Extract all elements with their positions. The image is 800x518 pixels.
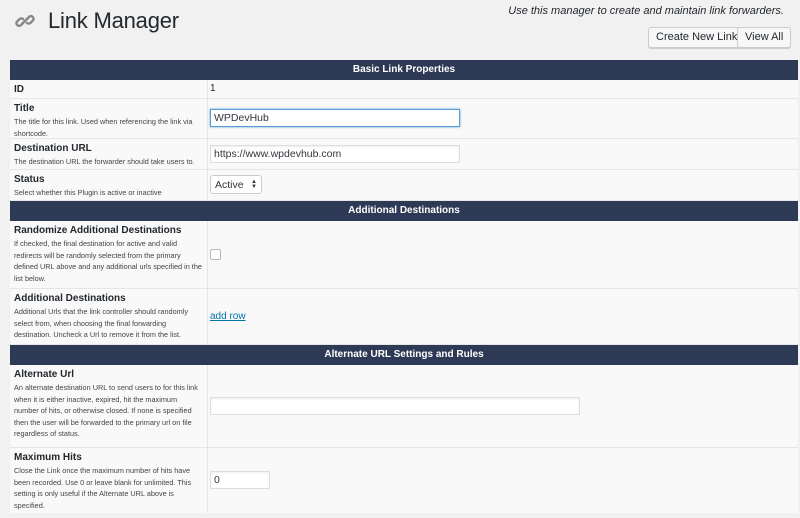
chain-link-icon	[15, 14, 35, 28]
row-status: Status Select whether this Plugin is act…	[10, 170, 798, 201]
field-description: If checked, the final destination for ac…	[14, 239, 202, 283]
row-id: ID 1	[10, 80, 798, 99]
link-properties-table: Basic Link Properties ID 1 Title The tit…	[10, 60, 798, 513]
row-title: Title The title for this link. Used when…	[10, 99, 798, 139]
label-cell: Status Select whether this Plugin is act…	[10, 170, 208, 200]
page-header: Link Manager Use this manager to create …	[0, 0, 800, 60]
field-label: Title	[14, 103, 35, 114]
destination-url-input[interactable]	[210, 144, 460, 163]
field-description: Close the Link once the maximum number o…	[14, 466, 192, 510]
field-label: Alternate Url	[14, 369, 75, 380]
maximum-hits-input[interactable]	[210, 471, 270, 489]
label-cell: Title The title for this link. Used when…	[10, 99, 208, 138]
status-select[interactable]: Active ▲ ▼	[210, 175, 262, 194]
field-label: Destination URL	[14, 143, 92, 154]
field-description: Additional Urls that the link controller…	[14, 307, 188, 339]
field-label: Status	[14, 174, 45, 185]
value-cell	[208, 221, 798, 288]
label-cell: ID	[10, 80, 208, 98]
id-value: 1	[210, 83, 216, 94]
field-description: Select whether this Plugin is active or …	[14, 188, 162, 197]
row-randomize: Randomize Additional Destinations If che…	[10, 221, 798, 289]
page-subtitle: Use this manager to create and maintain …	[508, 5, 784, 17]
field-description: An alternate destination URL to send use…	[14, 383, 198, 438]
value-cell	[208, 365, 798, 447]
view-all-button[interactable]: View All	[737, 27, 792, 48]
field-label: Randomize Additional Destinations	[14, 225, 182, 236]
label-cell: Alternate Url An alternate destination U…	[10, 365, 208, 447]
field-label: Additional Destinations	[14, 293, 126, 304]
row-alternate-url: Alternate Url An alternate destination U…	[10, 365, 798, 448]
label-cell: Maximum Hits Close the Link once the max…	[10, 448, 208, 513]
value-cell	[208, 139, 798, 169]
label-cell: Destination URL The destination URL the …	[10, 139, 208, 169]
select-arrows-icon: ▲ ▼	[251, 178, 257, 190]
section-header-basic: Basic Link Properties	[10, 60, 798, 80]
row-additional-destinations: Additional Destinations Additional Urls …	[10, 289, 798, 345]
value-cell: 1	[208, 80, 798, 98]
page-title: Link Manager	[48, 8, 179, 33]
section-header-alternate: Alternate URL Settings and Rules	[10, 345, 798, 365]
field-label: Maximum Hits	[14, 452, 82, 463]
row-destination-url: Destination URL The destination URL the …	[10, 139, 798, 170]
value-cell	[208, 448, 798, 513]
status-selected-value: Active	[215, 178, 244, 191]
value-cell: add row	[208, 289, 798, 344]
section-header-additional: Additional Destinations	[10, 201, 798, 221]
alternate-url-input[interactable]	[210, 396, 580, 415]
title-input[interactable]	[210, 109, 460, 127]
value-cell: Active ▲ ▼	[208, 170, 798, 200]
randomize-checkbox[interactable]	[210, 248, 221, 260]
field-label: ID	[14, 84, 24, 95]
field-description: The destination URL the forwarder should…	[14, 157, 195, 166]
label-cell: Randomize Additional Destinations If che…	[10, 221, 208, 288]
add-row-link[interactable]: add row	[210, 311, 246, 322]
create-new-link-button[interactable]: Create New Link	[648, 27, 746, 48]
label-cell: Additional Destinations Additional Urls …	[10, 289, 208, 344]
value-cell	[208, 99, 798, 138]
field-description: The title for this link. Used when refer…	[14, 117, 193, 138]
row-maximum-hits: Maximum Hits Close the Link once the max…	[10, 448, 798, 513]
